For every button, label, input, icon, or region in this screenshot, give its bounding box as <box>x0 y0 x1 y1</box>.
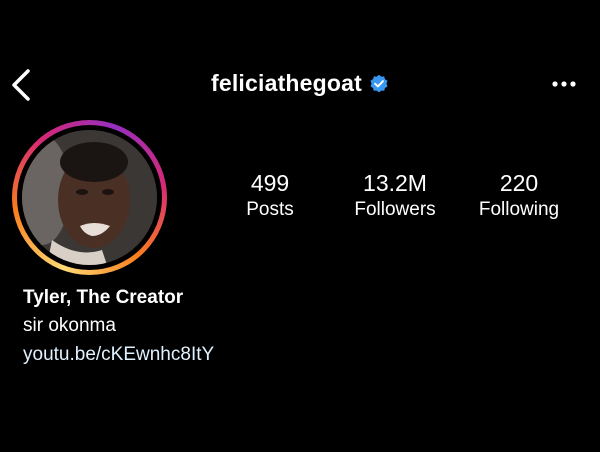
bio-link[interactable]: youtu.be/cKEwnhc8ItY <box>23 344 214 366</box>
following-stat[interactable]: 220 Following <box>459 170 579 222</box>
following-count: 220 <box>499 170 539 196</box>
followers-label: Followers <box>354 199 436 220</box>
followers-count: 13.2M <box>363 170 427 196</box>
avatar-image <box>22 130 157 265</box>
followers-stat[interactable]: 13.2M Followers <box>335 170 455 222</box>
profile-header: feliciathegoat <box>0 70 600 97</box>
ellipsis-icon <box>552 81 576 87</box>
display-name: Tyler, The Creator <box>23 287 184 308</box>
username: feliciathegoat <box>210 70 363 96</box>
posts-stat[interactable]: 499 Posts <box>210 170 330 222</box>
posts-label: Posts <box>246 199 294 220</box>
verified-badge-icon <box>370 74 388 92</box>
following-label: Following <box>478 199 560 220</box>
posts-count: 499 <box>250 170 290 196</box>
avatar[interactable] <box>22 130 157 265</box>
bio-text: sir okonma <box>23 315 116 336</box>
more-options-button[interactable] <box>548 72 580 96</box>
